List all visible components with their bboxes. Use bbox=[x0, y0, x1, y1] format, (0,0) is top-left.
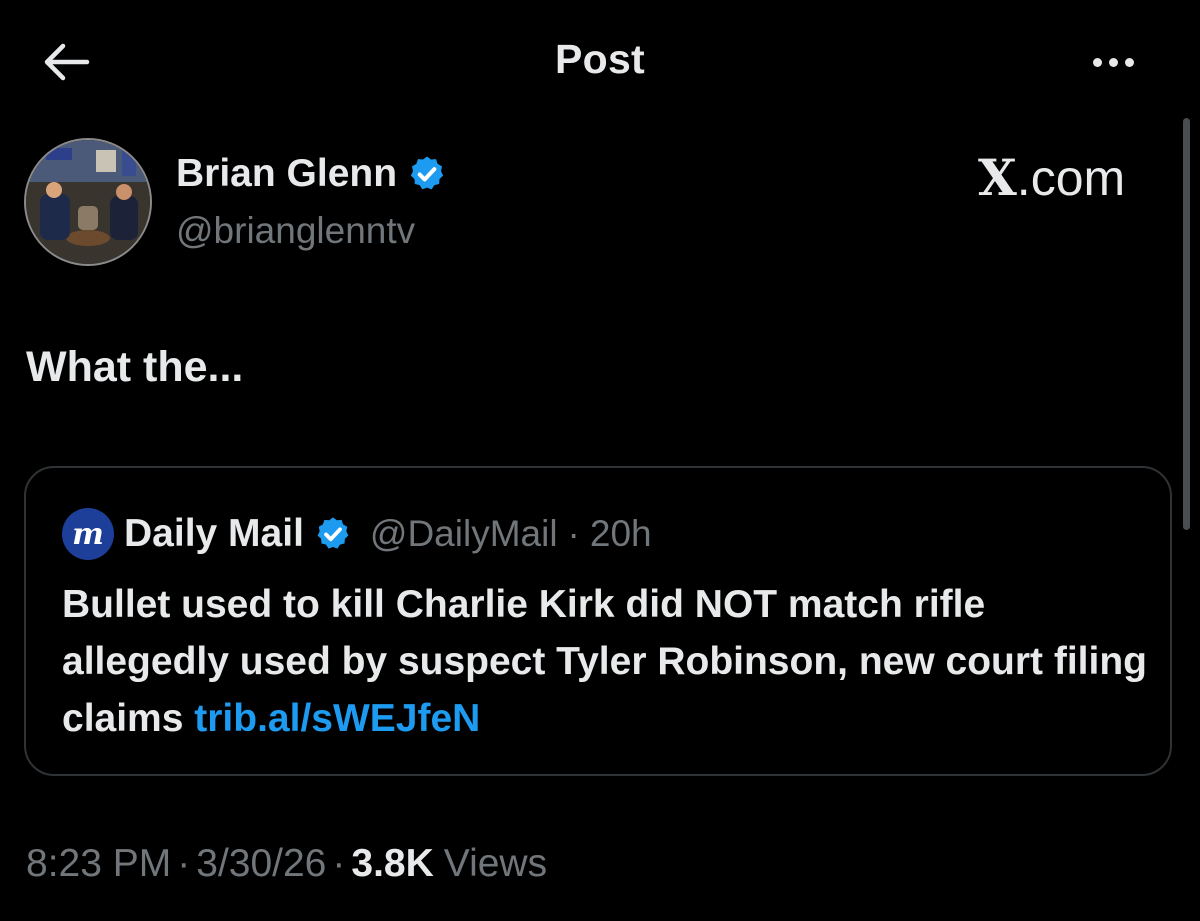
daily-mail-logo-letter: m bbox=[72, 516, 104, 552]
quoted-post-time[interactable]: 20h bbox=[590, 513, 652, 555]
verified-badge-icon bbox=[410, 156, 444, 190]
post-meta: 8:23 PM · 3/30/26 · 3.8K Views bbox=[26, 842, 547, 886]
post-text: What the... bbox=[26, 343, 244, 391]
views-count[interactable]: 3.8K bbox=[351, 842, 433, 886]
quoted-post-text: Bullet used to kill Charlie Kirk did NOT… bbox=[62, 576, 1152, 747]
quoted-post-header: m Daily Mail @DailyMail · 20h bbox=[62, 508, 652, 560]
views-label[interactable]: Views bbox=[444, 842, 547, 886]
x-logo-mark: X bbox=[978, 148, 1017, 207]
scrollbar[interactable] bbox=[1183, 118, 1190, 530]
separator-dot: · bbox=[177, 842, 191, 885]
daily-mail-logo-icon[interactable]: m bbox=[62, 508, 114, 560]
page-title: Post bbox=[554, 36, 646, 82]
verified-badge-icon bbox=[317, 517, 349, 549]
author-name-row[interactable]: Brian Glenn bbox=[176, 152, 447, 196]
quoted-author-handle[interactable]: @DailyMail bbox=[370, 513, 558, 555]
more-options-button[interactable] bbox=[1080, 40, 1146, 84]
more-dot bbox=[1124, 57, 1134, 67]
author-name[interactable]: Brian Glenn bbox=[176, 152, 397, 196]
post-date[interactable]: 3/30/26 bbox=[196, 842, 326, 886]
more-dot bbox=[1108, 57, 1118, 67]
author-handle[interactable]: @brianglenntv bbox=[176, 210, 415, 252]
more-horizontal-icon bbox=[1092, 57, 1102, 67]
avatar[interactable] bbox=[24, 138, 152, 266]
post-time[interactable]: 8:23 PM bbox=[26, 842, 171, 886]
quoted-author-name[interactable]: Daily Mail bbox=[124, 512, 304, 556]
quoted-post-link[interactable]: trib.al/sWEJfeN bbox=[194, 697, 480, 740]
watermark-domain: .com bbox=[1016, 150, 1126, 206]
avatar-photo bbox=[26, 140, 150, 264]
separator-dot: · bbox=[567, 513, 580, 554]
x-com-watermark: X.com bbox=[978, 148, 1125, 207]
separator-dot: · bbox=[332, 842, 346, 885]
